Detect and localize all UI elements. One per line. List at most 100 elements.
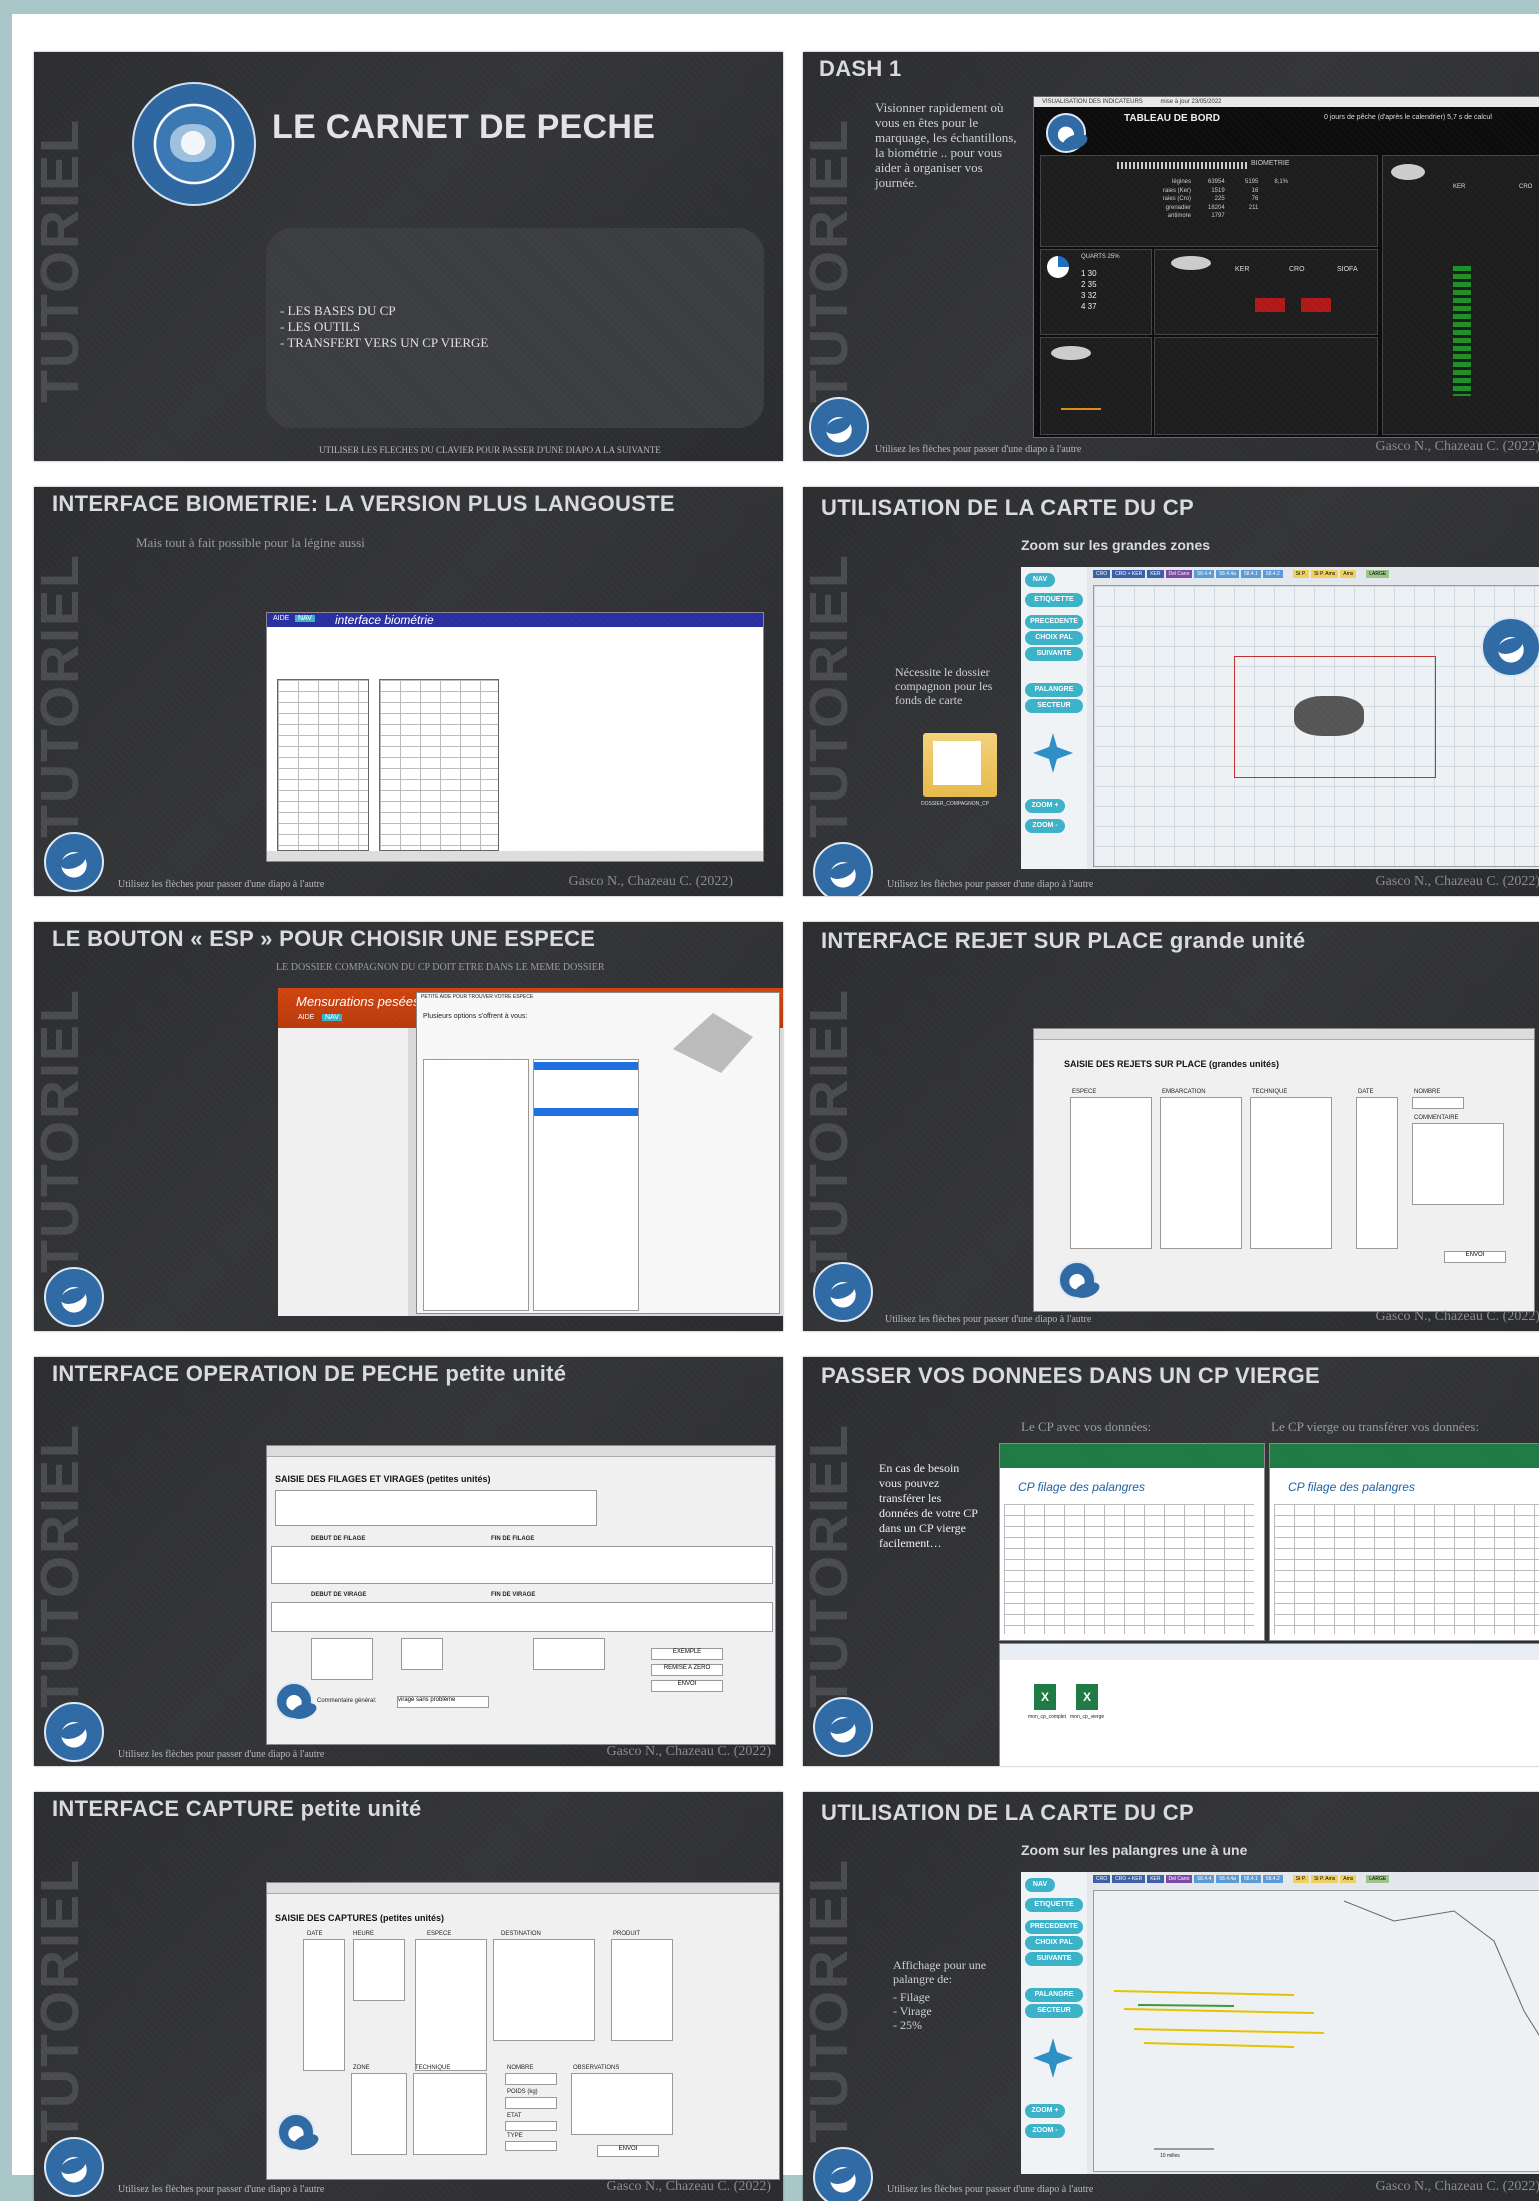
technique-list[interactable]	[413, 2073, 487, 2155]
choix-pal-button[interactable]: CHOIX PAL	[1025, 631, 1083, 645]
zone-tab[interactable]: 58.4.1	[1240, 570, 1261, 578]
zone-tab[interactable]: CRO + KER	[1112, 570, 1146, 578]
commentaire-virage[interactable]	[533, 1638, 605, 1670]
observations-input[interactable]	[571, 2073, 673, 2135]
presence-options[interactable]	[401, 1638, 443, 1670]
slide-7-thumbnail[interactable]: TUTORIEL INTERFACE OPERATION DE PECHE pe…	[34, 1357, 783, 1766]
etiquette-button[interactable]: ETIQUETTE	[1025, 1898, 1083, 1912]
slide-9-thumbnail[interactable]: TUTORIEL INTERFACE CAPTURE petite unité …	[34, 1792, 783, 2201]
technique-list[interactable]	[1250, 1097, 1332, 1249]
species-list-right[interactable]	[533, 1059, 639, 1311]
poids-input[interactable]	[505, 2097, 557, 2109]
secteur-button[interactable]: SECTEUR	[1025, 2004, 1083, 2018]
slide-1-thumbnail[interactable]: TUTORIEL LE CARNET DE PECHE - LES BASES …	[34, 52, 783, 461]
col-destination: DESTINATION	[501, 1931, 541, 1937]
zone-tab[interactable]: 58.4.4	[1194, 1875, 1215, 1883]
nombre-input[interactable]	[505, 2073, 557, 2085]
zone-tab[interactable]: Ams	[1340, 1875, 1357, 1883]
zone-tab[interactable]: 58.4.2	[1262, 1875, 1283, 1883]
zone-tab[interactable]: Ams	[1340, 570, 1357, 578]
excel-file-icon[interactable]: X	[1034, 1684, 1056, 1710]
etat-select[interactable]	[505, 2121, 557, 2131]
commentaire-general-input[interactable]: virage sans problème	[397, 1696, 489, 1708]
heure-list[interactable]	[353, 1939, 405, 2001]
zone-tab[interactable]: KER	[1147, 1875, 1164, 1883]
envoi-button[interactable]: ENVOI	[651, 1680, 723, 1692]
slide-footer-left: Utilisez les flèches pour passer d'une d…	[118, 1749, 325, 1760]
zoom-out-button[interactable]: ZOOM -	[1025, 819, 1065, 833]
type-select[interactable]	[505, 2141, 557, 2151]
produit-list[interactable]	[611, 1939, 673, 2041]
etiquette-button[interactable]: ETIQUETTE	[1025, 593, 1083, 607]
palangre-button[interactable]: PALANGRE	[1025, 683, 1083, 697]
nav-button[interactable]: NAV	[1025, 573, 1055, 587]
zone-tab[interactable]: 58.4.4a	[1216, 570, 1239, 578]
filage-inputs[interactable]	[271, 1546, 773, 1584]
zone-tab[interactable]: 58.4.4	[1194, 570, 1215, 578]
commentaire-input[interactable]	[1412, 1123, 1504, 1205]
zone-tab[interactable]: Del Cano	[1165, 1875, 1193, 1883]
zone-tab[interactable]: CRO + KER	[1112, 1875, 1146, 1883]
bio-row: légines 63954 5195 8,1%	[1171, 179, 1289, 185]
envoi-button[interactable]: ENVOI	[1444, 1251, 1506, 1263]
nombre-input[interactable]	[1412, 1097, 1464, 1109]
choix-pal-button[interactable]: CHOIX PAL	[1025, 1936, 1083, 1950]
embarcation-list[interactable]	[1160, 1097, 1242, 1249]
scale-label: 10 milles	[1160, 2153, 1180, 2159]
zone-tab[interactable]: LARGE	[1366, 1875, 1390, 1883]
program-logo	[132, 82, 256, 206]
biometrie-grid-left	[277, 679, 369, 851]
slide-2-thumbnail[interactable]: TUTORIEL DASH 1 Visionner rapidement où …	[803, 52, 1539, 461]
slide-4-thumbnail[interactable]: TUTORIEL UTILISATION DE LA CARTE DU CP Z…	[803, 487, 1539, 896]
suivante-button[interactable]: SUIVANTE	[1025, 1952, 1083, 1966]
zone-list[interactable]	[351, 2073, 407, 2155]
date-list[interactable]	[1356, 1097, 1398, 1249]
espece-list[interactable]	[1070, 1097, 1152, 1249]
destination-list[interactable]	[493, 1939, 595, 2041]
zone-tab[interactable]: LARGE	[1366, 570, 1390, 578]
zone-tab[interactable]: KER	[1147, 570, 1164, 578]
slide-10-thumbnail[interactable]: TUTORIEL UTILISATION DE LA CARTE DU CP Z…	[803, 1792, 1539, 2201]
precedente-button[interactable]: PRECEDENTE	[1025, 615, 1083, 629]
zone-tab[interactable]: CRO	[1093, 1875, 1111, 1883]
zone-tab[interactable]: CRO	[1093, 570, 1111, 578]
zone-tab[interactable]: St P. Ams	[1310, 570, 1339, 578]
zone-tab[interactable]: 58.4.4a	[1216, 1875, 1239, 1883]
zone-tab[interactable]: St P.	[1292, 1875, 1309, 1883]
exemple-button[interactable]: EXEMPLE	[651, 1648, 723, 1660]
zoom-in-button[interactable]: ZOOM +	[1025, 799, 1065, 813]
zone-tab[interactable]: 58.4.1	[1240, 1875, 1261, 1883]
bullet-list: - Filage - Virage - 25%	[893, 1990, 932, 2032]
slide-footer-right: Gasco N., Chazeau C. (2022)	[568, 874, 733, 889]
species-list-left[interactable]	[423, 1059, 529, 1311]
slide-subtitle: Zoom sur les grandes zones	[1021, 537, 1211, 553]
precedente-button[interactable]: PRECEDENTE	[1025, 1920, 1083, 1934]
reset-button[interactable]: REMISE A ZERO	[651, 1664, 723, 1676]
slide-3-thumbnail[interactable]: TUTORIEL INTERFACE BIOMETRIE: LA VERSION…	[34, 487, 783, 896]
slide-6-thumbnail[interactable]: TUTORIEL INTERFACE REJET SUR PLACE grand…	[803, 922, 1539, 1331]
virage-options[interactable]	[311, 1638, 373, 1680]
zone-tab[interactable]: St P.	[1292, 570, 1309, 578]
folder-label: DOSSIER_COMPAGNON_CP	[921, 801, 989, 807]
excel-file-icon[interactable]: X	[1076, 1684, 1098, 1710]
debut-filage-label: DEBUT DE FILAGE	[311, 1536, 366, 1542]
nav-button[interactable]: NAV	[1025, 1878, 1055, 1892]
zoom-in-button[interactable]: ZOOM +	[1025, 2104, 1065, 2118]
map-area[interactable]: 10 milles	[1093, 1890, 1539, 2172]
zone-tab[interactable]: Del Cano	[1165, 570, 1193, 578]
suivante-button[interactable]: SUIVANTE	[1025, 647, 1083, 661]
date-list[interactable]	[303, 1939, 345, 2071]
map-area[interactable]	[1093, 585, 1539, 867]
envoi-button[interactable]: ENVOI	[597, 2145, 659, 2157]
slide-8-thumbnail[interactable]: TUTORIEL PASSER VOS DONNEES DANS UN CP V…	[803, 1357, 1539, 1766]
zoom-out-button[interactable]: ZOOM -	[1025, 2124, 1065, 2138]
virage-inputs[interactable]	[271, 1602, 773, 1632]
column-label-right: Le CP vierge ou transférer vos données:	[1271, 1419, 1479, 1434]
secteur-button[interactable]: SECTEUR	[1025, 699, 1083, 713]
espece-list[interactable]	[415, 1939, 487, 2071]
zone-tab[interactable]: St P. Ams	[1310, 1875, 1339, 1883]
slide-5-thumbnail[interactable]: TUTORIEL LE BOUTON « ESP » POUR CHOISIR …	[34, 922, 783, 1331]
operation-inputs[interactable]	[275, 1490, 597, 1526]
zone-tab[interactable]: 58.4.2	[1262, 570, 1283, 578]
palangre-button[interactable]: PALANGRE	[1025, 1988, 1083, 2002]
